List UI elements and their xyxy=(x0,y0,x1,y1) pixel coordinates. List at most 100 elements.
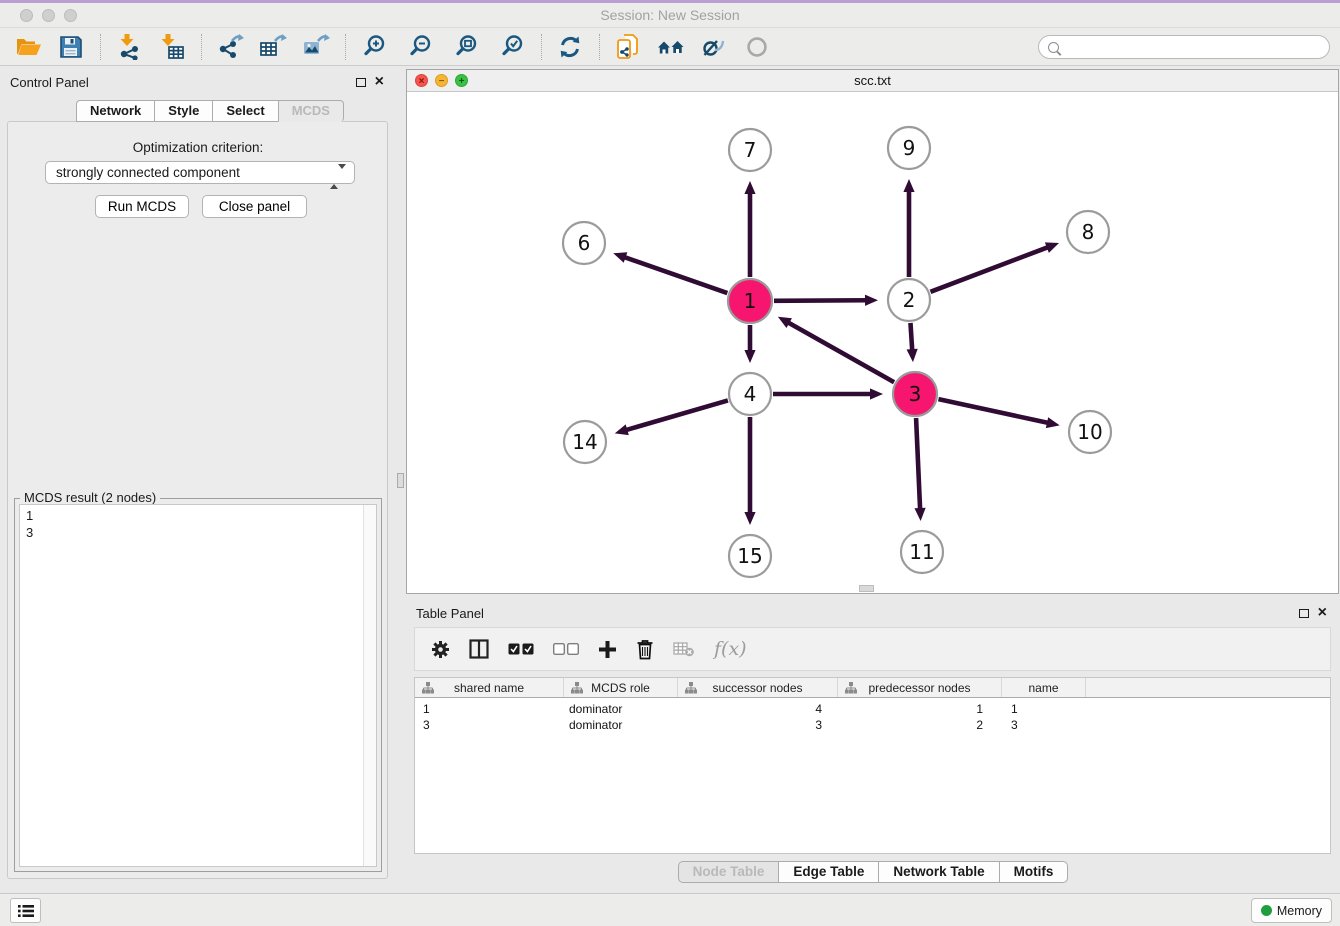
graph-edge-1-2[interactable] xyxy=(774,300,868,301)
deselect-all-icon[interactable] xyxy=(553,643,579,655)
graph-edge-arrowhead xyxy=(865,295,878,306)
graph-edge-arrowhead xyxy=(1045,242,1059,252)
save-icon[interactable] xyxy=(55,33,87,61)
table-panel: Table Panel × xyxy=(406,600,1339,896)
graph-edge-arrowhead xyxy=(744,512,755,525)
network-view-window: × − + scc.txt 7968124314101511 xyxy=(406,69,1339,594)
zoom-selected-icon[interactable] xyxy=(496,33,528,61)
tab-network[interactable]: Network xyxy=(76,100,155,122)
table-header-row: shared name MCDS role successor nodes pr… xyxy=(415,678,1330,698)
application-window: Session: New Session xyxy=(0,0,1340,926)
import-table-icon[interactable] xyxy=(156,33,188,61)
export-image-icon[interactable] xyxy=(300,33,332,61)
graph-edge-arrowhead xyxy=(914,508,925,521)
refresh-icon[interactable] xyxy=(554,33,586,61)
graph-edge-1-6[interactable] xyxy=(623,257,728,294)
gear-icon[interactable] xyxy=(431,640,450,659)
select-all-icon[interactable] xyxy=(508,643,534,655)
network-minimize-button[interactable]: − xyxy=(435,74,448,87)
float-panel-icon[interactable] xyxy=(1299,609,1309,618)
column-header-name[interactable]: name xyxy=(1002,678,1086,697)
window-title: Session: New Session xyxy=(0,3,1340,28)
column-header-filler xyxy=(1086,678,1330,697)
first-neighbors-icon[interactable] xyxy=(655,33,687,61)
toolbar-separator xyxy=(345,34,346,60)
graph-edge-arrowhead xyxy=(613,252,627,263)
tab-motifs[interactable]: Motifs xyxy=(999,861,1069,883)
mcds-result-text[interactable]: 1 3 xyxy=(19,504,377,867)
window-minimize-button[interactable] xyxy=(42,9,55,22)
table-row[interactable]: 3 dominator 3 2 3 xyxy=(415,717,1330,733)
export-network-icon[interactable] xyxy=(214,33,246,61)
function-builder-icon: f(x) xyxy=(714,638,747,660)
main-toolbar xyxy=(0,28,1340,66)
graph-edge-3-1[interactable] xyxy=(787,322,895,383)
splitter-handle[interactable] xyxy=(397,473,404,488)
tab-network-table[interactable]: Network Table xyxy=(878,861,999,883)
column-header-successor-nodes[interactable]: successor nodes xyxy=(678,678,838,697)
control-panel-title: Control Panel xyxy=(10,75,89,90)
network-close-button[interactable]: × xyxy=(415,74,428,87)
optimization-criterion-label: Optimization criterion: xyxy=(0,140,396,155)
columns-icon[interactable] xyxy=(469,639,489,659)
graph-node-label: 2 xyxy=(903,288,916,312)
control-panel-header: Control Panel × xyxy=(0,69,396,95)
search-icon xyxy=(1048,42,1059,53)
close-panel-icon[interactable]: × xyxy=(1318,603,1327,623)
graph-edge-3-10[interactable] xyxy=(938,399,1049,423)
graph-node-label: 11 xyxy=(909,540,934,564)
graph-edge-3-11[interactable] xyxy=(916,418,920,511)
network-resize-handle[interactable] xyxy=(859,585,874,592)
import-network-icon[interactable] xyxy=(113,33,145,61)
task-history-button[interactable] xyxy=(10,898,41,923)
graph-node-label: 1 xyxy=(744,289,757,313)
search-input[interactable] xyxy=(1038,35,1330,59)
result-scrollbar[interactable] xyxy=(363,505,376,866)
graph-edge-arrowhead xyxy=(615,424,629,435)
column-header-predecessor-nodes[interactable]: predecessor nodes xyxy=(838,678,1002,697)
duplicate-network-icon[interactable] xyxy=(612,33,644,61)
zoom-fit-icon[interactable] xyxy=(450,33,482,61)
memory-label: Memory xyxy=(1277,904,1322,918)
tab-node-table[interactable]: Node Table xyxy=(678,861,780,883)
zoom-in-icon[interactable] xyxy=(358,33,390,61)
table-row[interactable]: 1 dominator 4 1 1 xyxy=(415,701,1330,717)
tab-edge-table[interactable]: Edge Table xyxy=(778,861,879,883)
mcds-result-title: MCDS result (2 nodes) xyxy=(20,490,160,505)
network-window-title: scc.txt xyxy=(407,70,1338,91)
open-folder-icon[interactable] xyxy=(12,33,44,61)
graph-edge-4-14[interactable] xyxy=(624,400,728,430)
show-details-icon[interactable] xyxy=(741,33,773,61)
graph-edge-2-3[interactable] xyxy=(910,323,912,352)
column-header-mcds-role[interactable]: MCDS role xyxy=(564,678,678,697)
toolbar-separator xyxy=(599,34,600,60)
graph-node-label: 10 xyxy=(1077,420,1102,444)
window-zoom-button[interactable] xyxy=(64,9,77,22)
column-header-shared-name[interactable]: shared name xyxy=(415,678,564,697)
tab-style[interactable]: Style xyxy=(154,100,213,122)
window-close-button[interactable] xyxy=(20,9,33,22)
node-table: shared name MCDS role successor nodes pr… xyxy=(414,677,1331,854)
close-panel-button[interactable]: Close panel xyxy=(202,195,307,218)
delete-icon[interactable] xyxy=(636,639,654,660)
zoom-out-icon[interactable] xyxy=(404,33,436,61)
network-graph-canvas[interactable]: 7968124314101511 xyxy=(407,92,1338,593)
network-maximize-button[interactable]: + xyxy=(455,74,468,87)
hide-details-icon[interactable] xyxy=(698,33,730,61)
float-panel-icon[interactable] xyxy=(356,78,366,87)
vertical-splitter[interactable] xyxy=(396,69,406,883)
tab-select[interactable]: Select xyxy=(212,100,278,122)
optimization-criterion-select[interactable]: strongly connected component xyxy=(45,161,355,184)
control-panel-tabs: Network Style Select MCDS xyxy=(76,100,343,122)
tab-mcds[interactable]: MCDS xyxy=(278,100,344,122)
graph-node-label: 3 xyxy=(909,382,922,406)
add-icon[interactable] xyxy=(598,640,617,659)
export-table-icon[interactable] xyxy=(257,33,289,61)
run-mcds-button[interactable]: Run MCDS xyxy=(95,195,189,218)
graph-edge-2-8[interactable] xyxy=(931,247,1050,292)
memory-button[interactable]: Memory xyxy=(1251,898,1332,923)
graph-node-label: 7 xyxy=(744,138,757,162)
control-panel: Control Panel × Network Style Select MCD… xyxy=(0,69,396,883)
close-panel-icon[interactable]: × xyxy=(375,72,384,92)
graph-node-label: 4 xyxy=(744,382,757,406)
